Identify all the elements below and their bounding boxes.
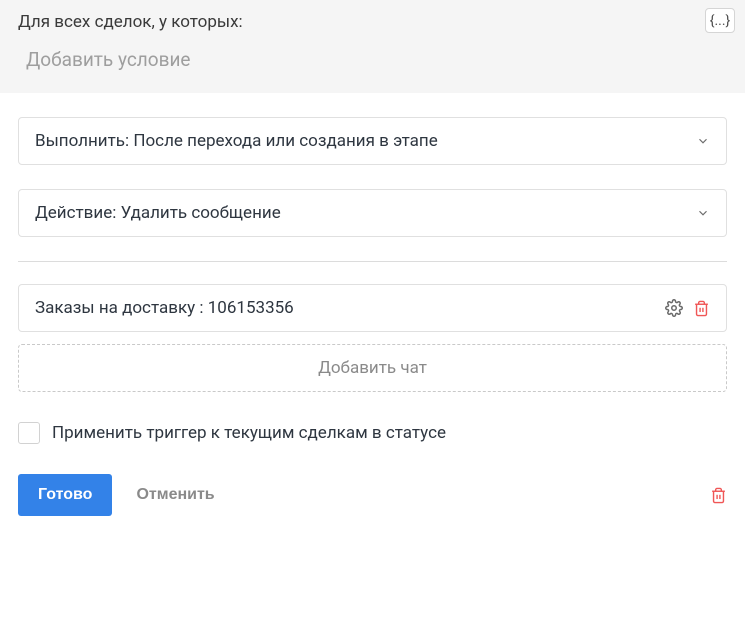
action-select-label: Действие: Удалить сообщение [35,203,281,223]
chevron-down-icon [696,134,710,148]
delete-trigger-button[interactable] [710,487,727,504]
add-condition-button[interactable]: Добавить условие [18,44,727,75]
action-select[interactable]: Действие: Удалить сообщение [18,189,727,237]
conditions-prompt: Для всех сделок, у которых: [18,12,727,32]
execute-select[interactable]: Выполнить: После перехода или создания в… [18,117,727,165]
gear-icon [665,299,683,317]
trash-icon [693,300,710,317]
trash-icon [710,487,727,504]
divider [18,261,727,262]
body-section: Выполнить: После перехода или создания в… [0,93,745,528]
cancel-button[interactable]: Отменить [136,486,214,504]
json-icon: {...} [710,13,731,29]
json-button[interactable]: {...} [705,8,735,33]
conditions-header: {...} Для всех сделок, у которых: Добави… [0,0,745,93]
apply-trigger-row: Применить триггер к текущим сделкам в ст… [18,422,727,444]
apply-trigger-checkbox[interactable] [18,422,40,444]
execute-select-label: Выполнить: После перехода или создания в… [35,131,438,151]
footer-row: Готово Отменить [18,474,727,516]
done-button[interactable]: Готово [18,474,112,516]
chat-settings-button[interactable] [665,299,683,317]
chat-item: Заказы на доставку : 106153356 [18,284,727,332]
chat-delete-button[interactable] [693,300,710,317]
chevron-down-icon [696,206,710,220]
apply-trigger-label[interactable]: Применить триггер к текущим сделкам в ст… [52,423,446,443]
add-chat-button[interactable]: Добавить чат [18,344,727,392]
chat-item-label: Заказы на доставку : 106153356 [35,298,655,318]
